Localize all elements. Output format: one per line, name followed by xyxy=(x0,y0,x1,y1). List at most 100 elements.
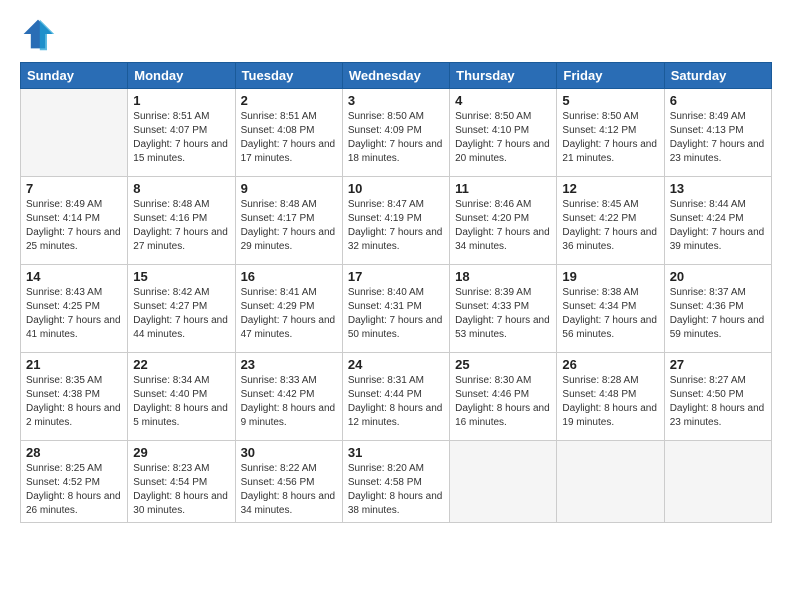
weekday-header-wednesday: Wednesday xyxy=(342,63,449,89)
day-info: Sunrise: 8:30 AMSunset: 4:46 PMDaylight:… xyxy=(455,374,551,430)
calendar-cell: 15 Sunrise: 8:42 AMSunset: 4:27 PMDayligh… xyxy=(128,265,235,353)
day-info: Sunrise: 8:50 AMSunset: 4:09 PMDaylight:… xyxy=(348,110,444,166)
day-info: Sunrise: 8:51 AMSunset: 4:08 PMDaylight:… xyxy=(241,110,337,166)
calendar-cell: 23Sunrise: 8:33 AMSunset: 4:42 PMDayligh… xyxy=(235,353,342,441)
weekday-header-sunday: Sunday xyxy=(21,63,128,89)
day-number: 21 xyxy=(26,357,122,372)
day-info: Sunrise: 8:45 AMSunset: 4:22 PMDaylight:… xyxy=(562,198,658,254)
page: SundayMondayTuesdayWednesdayThursdayFrid… xyxy=(0,0,792,612)
day-info: Sunrise: 8:50 AMSunset: 4:12 PMDaylight:… xyxy=(562,110,658,166)
day-info: Sunrise: 8:49 AMSunset: 4:14 PMDaylight:… xyxy=(26,198,122,254)
day-info: Sunrise: 8:33 AMSunset: 4:42 PMDaylight:… xyxy=(241,374,337,430)
day-number: 5 xyxy=(562,93,658,108)
calendar-cell: 24Sunrise: 8:31 AMSunset: 4:44 PMDayligh… xyxy=(342,353,449,441)
day-info: Sunrise: 8:22 AMSunset: 4:56 PMDaylight:… xyxy=(241,462,337,518)
day-number: 15 xyxy=(133,269,229,284)
logo xyxy=(20,16,60,52)
calendar-cell: 13 Sunrise: 8:44 AMSunset: 4:24 PMDayligh… xyxy=(664,177,771,265)
day-number: 8 xyxy=(133,181,229,196)
calendar-cell: 28 Sunrise: 8:25 AMSunset: 4:52 PMDayligh… xyxy=(21,441,128,523)
calendar-cell: 12 Sunrise: 8:45 AMSunset: 4:22 PMDayligh… xyxy=(557,177,664,265)
calendar-cell: 27 Sunrise: 8:27 AMSunset: 4:50 PMDayligh… xyxy=(664,353,771,441)
calendar-cell: 4 Sunrise: 8:50 AMSunset: 4:10 PMDaylight… xyxy=(450,89,557,177)
day-number: 3 xyxy=(348,93,444,108)
day-number: 10 xyxy=(348,181,444,196)
day-info: Sunrise: 8:39 AMSunset: 4:33 PMDaylight:… xyxy=(455,286,551,342)
calendar-cell xyxy=(557,441,664,523)
day-number: 28 xyxy=(26,445,122,460)
day-info: Sunrise: 8:44 AMSunset: 4:24 PMDaylight:… xyxy=(670,198,766,254)
day-info: Sunrise: 8:51 AMSunset: 4:07 PMDaylight:… xyxy=(133,110,229,166)
calendar-cell: 16 Sunrise: 8:41 AMSunset: 4:29 PMDayligh… xyxy=(235,265,342,353)
calendar-cell xyxy=(21,89,128,177)
day-number: 13 xyxy=(670,181,766,196)
day-info: Sunrise: 8:48 AMSunset: 4:17 PMDaylight:… xyxy=(241,198,337,254)
day-number: 1 xyxy=(133,93,229,108)
day-info: Sunrise: 8:49 AMSunset: 4:13 PMDaylight:… xyxy=(670,110,766,166)
day-number: 16 xyxy=(241,269,337,284)
calendar-cell: 9 Sunrise: 8:48 AMSunset: 4:17 PMDaylight… xyxy=(235,177,342,265)
calendar-table: SundayMondayTuesdayWednesdayThursdayFrid… xyxy=(20,62,772,523)
weekday-header-row: SundayMondayTuesdayWednesdayThursdayFrid… xyxy=(21,63,772,89)
calendar-cell: 14 Sunrise: 8:43 AMSunset: 4:25 PMDayligh… xyxy=(21,265,128,353)
weekday-header-tuesday: Tuesday xyxy=(235,63,342,89)
day-number: 4 xyxy=(455,93,551,108)
day-number: 27 xyxy=(670,357,766,372)
day-number: 11 xyxy=(455,181,551,196)
day-number: 18 xyxy=(455,269,551,284)
day-info: Sunrise: 8:37 AMSunset: 4:36 PMDaylight:… xyxy=(670,286,766,342)
day-info: Sunrise: 8:42 AMSunset: 4:27 PMDaylight:… xyxy=(133,286,229,342)
day-info: Sunrise: 8:50 AMSunset: 4:10 PMDaylight:… xyxy=(455,110,551,166)
calendar-cell: 22Sunrise: 8:34 AMSunset: 4:40 PMDayligh… xyxy=(128,353,235,441)
calendar-cell: 25 Sunrise: 8:30 AMSunset: 4:46 PMDayligh… xyxy=(450,353,557,441)
day-info: Sunrise: 8:47 AMSunset: 4:19 PMDaylight:… xyxy=(348,198,444,254)
calendar-cell xyxy=(450,441,557,523)
day-number: 19 xyxy=(562,269,658,284)
calendar-cell: 10 Sunrise: 8:47 AMSunset: 4:19 PMDayligh… xyxy=(342,177,449,265)
day-info: Sunrise: 8:41 AMSunset: 4:29 PMDaylight:… xyxy=(241,286,337,342)
day-info: Sunrise: 8:28 AMSunset: 4:48 PMDaylight:… xyxy=(562,374,658,430)
calendar-cell: 19 Sunrise: 8:38 AMSunset: 4:34 PMDayligh… xyxy=(557,265,664,353)
calendar-cell: 11 Sunrise: 8:46 AMSunset: 4:20 PMDayligh… xyxy=(450,177,557,265)
day-info: Sunrise: 8:46 AMSunset: 4:20 PMDaylight:… xyxy=(455,198,551,254)
day-info: Sunrise: 8:23 AMSunset: 4:54 PMDaylight:… xyxy=(133,462,229,518)
day-number: 14 xyxy=(26,269,122,284)
day-number: 6 xyxy=(670,93,766,108)
calendar-cell: 1 Sunrise: 8:51 AMSunset: 4:07 PMDaylight… xyxy=(128,89,235,177)
day-number: 25 xyxy=(455,357,551,372)
day-number: 17 xyxy=(348,269,444,284)
weekday-header-friday: Friday xyxy=(557,63,664,89)
calendar-cell: 20 Sunrise: 8:37 AMSunset: 4:36 PMDayligh… xyxy=(664,265,771,353)
day-number: 22 xyxy=(133,357,229,372)
calendar-cell: 2Sunrise: 8:51 AMSunset: 4:08 PMDaylight… xyxy=(235,89,342,177)
header xyxy=(20,16,772,52)
day-info: Sunrise: 8:43 AMSunset: 4:25 PMDaylight:… xyxy=(26,286,122,342)
day-number: 12 xyxy=(562,181,658,196)
day-number: 20 xyxy=(670,269,766,284)
calendar-cell: 8 Sunrise: 8:48 AMSunset: 4:16 PMDaylight… xyxy=(128,177,235,265)
day-info: Sunrise: 8:38 AMSunset: 4:34 PMDaylight:… xyxy=(562,286,658,342)
calendar-cell: 7 Sunrise: 8:49 AMSunset: 4:14 PMDaylight… xyxy=(21,177,128,265)
weekday-header-saturday: Saturday xyxy=(664,63,771,89)
day-info: Sunrise: 8:20 AMSunset: 4:58 PMDaylight:… xyxy=(348,462,444,518)
day-number: 30 xyxy=(241,445,337,460)
calendar-cell: 6 Sunrise: 8:49 AMSunset: 4:13 PMDaylight… xyxy=(664,89,771,177)
logo-icon xyxy=(20,16,56,52)
day-number: 26 xyxy=(562,357,658,372)
calendar-cell: 18 Sunrise: 8:39 AMSunset: 4:33 PMDayligh… xyxy=(450,265,557,353)
day-number: 7 xyxy=(26,181,122,196)
calendar-cell: 30 Sunrise: 8:22 AMSunset: 4:56 PMDayligh… xyxy=(235,441,342,523)
day-info: Sunrise: 8:48 AMSunset: 4:16 PMDaylight:… xyxy=(133,198,229,254)
day-info: Sunrise: 8:35 AMSunset: 4:38 PMDaylight:… xyxy=(26,374,122,430)
day-number: 29 xyxy=(133,445,229,460)
weekday-header-thursday: Thursday xyxy=(450,63,557,89)
week-row-3: 21 Sunrise: 8:35 AMSunset: 4:38 PMDayligh… xyxy=(21,353,772,441)
calendar-cell: 21 Sunrise: 8:35 AMSunset: 4:38 PMDayligh… xyxy=(21,353,128,441)
calendar-cell: 3 Sunrise: 8:50 AMSunset: 4:09 PMDaylight… xyxy=(342,89,449,177)
day-info: Sunrise: 8:27 AMSunset: 4:50 PMDaylight:… xyxy=(670,374,766,430)
calendar-cell: 31Sunrise: 8:20 AMSunset: 4:58 PMDayligh… xyxy=(342,441,449,523)
week-row-1: 7 Sunrise: 8:49 AMSunset: 4:14 PMDaylight… xyxy=(21,177,772,265)
day-info: Sunrise: 8:25 AMSunset: 4:52 PMDaylight:… xyxy=(26,462,122,518)
day-info: Sunrise: 8:31 AMSunset: 4:44 PMDaylight:… xyxy=(348,374,444,430)
day-number: 9 xyxy=(241,181,337,196)
